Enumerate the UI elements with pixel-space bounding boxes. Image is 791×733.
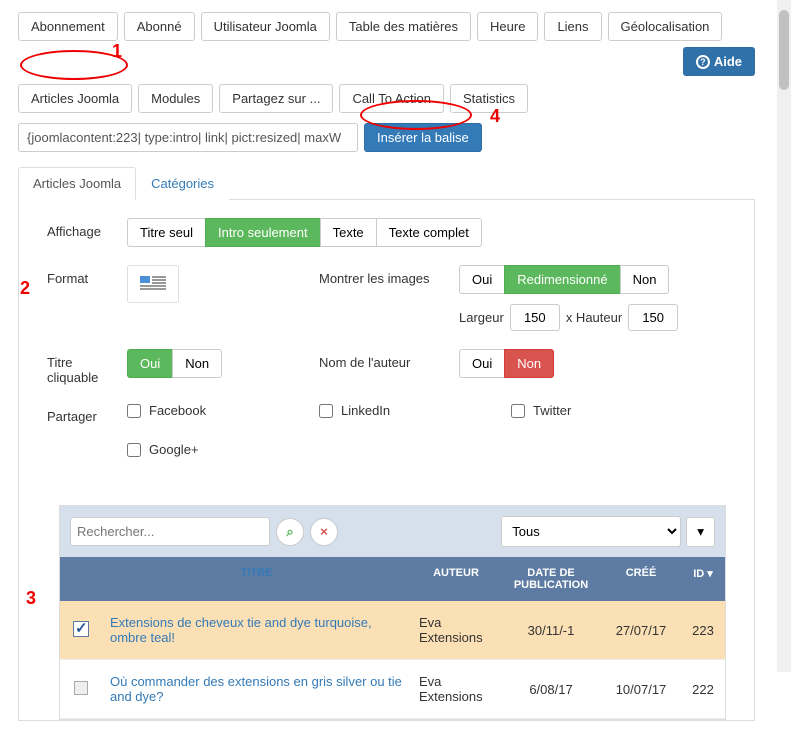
th-auteur[interactable]: AUTEUR [411,557,501,601]
label-format: Format [47,265,115,286]
images-non[interactable]: Non [620,265,670,294]
btn-modules[interactable]: Modules [138,84,213,113]
th-created[interactable]: CRÉÉ [601,557,681,601]
format-chip-icon [140,276,166,292]
affichage-texte-complet[interactable]: Texte complet [376,218,482,247]
tabs: Articles Joomla Catégories [18,166,755,200]
close-icon: × [320,524,328,539]
checkbox-facebook[interactable] [127,404,141,418]
row-checkbox-checked[interactable] [73,621,89,637]
article-table: ⌕ × Tous ▾ TITRE AUTEUR DATE DE PUBLICAT… [59,505,726,720]
search-icon: ⌕ [286,524,293,540]
caret-down-icon: ▾ [697,524,704,539]
filter-bar: ⌕ × Tous ▾ [60,506,725,557]
th-titre[interactable]: TITRE [102,557,411,601]
hauteur-label: x Hauteur [566,310,622,325]
btn-call-to-action[interactable]: Call To Action [339,84,444,113]
label-titre-cliquable: Titre cliquable [47,349,115,385]
btn-geolocalisation[interactable]: Géolocalisation [608,12,723,41]
row-id: 222 [681,668,725,711]
status-caret[interactable]: ▾ [686,517,715,547]
scrollbar-track[interactable] [777,0,791,672]
insert-tag-row: Insérer la balise [18,123,755,152]
help-icon: ? [696,55,710,69]
scrollbar-thumb[interactable] [779,10,789,90]
row-title[interactable]: Où commander des extensions en gris silv… [102,660,411,718]
label-montrer-images: Montrer les images [319,265,447,286]
help-button-label: Aide [714,54,742,69]
table-header: TITRE AUTEUR DATE DE PUBLICATION CRÉÉ ID… [60,557,725,601]
row-author: Eva Extensions [411,601,501,659]
affichage-titre-seul[interactable]: Titre seul [127,218,206,247]
nom-auteur-toggle: Oui Non [459,349,554,378]
clear-search-button[interactable]: × [310,518,338,546]
checkbox-twitter[interactable] [511,404,525,418]
btn-partagez-sur[interactable]: Partagez sur ... [219,84,333,113]
affichage-texte[interactable]: Texte [320,218,377,247]
tab-categories[interactable]: Catégories [136,167,229,200]
btn-liens[interactable]: Liens [544,12,601,41]
tag-input[interactable] [18,123,358,152]
row-id: 223 [681,609,725,652]
share-linkedin-label: LinkedIn [341,403,390,418]
row-created: 27/07/17 [601,609,681,652]
btn-abonne[interactable]: Abonné [124,12,195,41]
help-button[interactable]: ? Aide [683,47,755,76]
titre-cliquable-non[interactable]: Non [172,349,222,378]
th-date-pub[interactable]: DATE DE PUBLICATION [501,557,601,601]
status-select[interactable]: Tous [501,516,681,547]
row-checkbox[interactable] [74,681,88,695]
label-nom-auteur: Nom de l'auteur [319,349,447,370]
dimensions-row: Largeur x Hauteur [459,304,678,331]
row-partager: Partager Facebook LinkedIn Twitter [19,403,754,442]
tab-articles-joomla[interactable]: Articles Joomla [18,167,136,200]
search-button[interactable]: ⌕ [276,518,304,546]
label-empty [47,442,115,448]
nom-auteur-non[interactable]: Non [504,349,554,378]
row-pub: 30/11/-1 [501,609,601,652]
affichage-intro-seulement[interactable]: Intro seulement [205,218,321,247]
search-input[interactable] [70,517,270,546]
titre-cliquable-toggle: Oui Non [127,349,307,378]
table-row[interactable]: Extensions de cheveux tie and dye turquo… [60,601,725,660]
share-twitter-label: Twitter [533,403,571,418]
row-title[interactable]: Extensions de cheveux tie and dye turquo… [102,601,411,659]
checkbox-googleplus[interactable] [127,443,141,457]
btn-articles-joomla[interactable]: Articles Joomla [18,84,132,113]
row-author: Eva Extensions [411,660,501,718]
th-id[interactable]: ID ▾ [681,557,725,601]
top-button-row-2: Articles Joomla Modules Partagez sur ...… [18,84,755,113]
row-affichage: Affichage Titre seul Intro seulement Tex… [19,218,754,265]
insert-tag-button[interactable]: Insérer la balise [364,123,482,152]
row-titre-nom: Titre cliquable Oui Non Nom de l'auteur … [19,349,754,403]
btn-table-matieres[interactable]: Table des matières [336,12,471,41]
images-redimensionne[interactable]: Redimensionné [504,265,620,294]
table-row[interactable]: Où commander des extensions en gris silv… [60,660,725,719]
images-oui[interactable]: Oui [459,265,505,294]
row-partager-2: Google+ [19,442,754,475]
affichage-toggle: Titre seul Intro seulement Texte Texte c… [127,218,726,247]
largeur-label: Largeur [459,310,504,325]
label-partager: Partager [47,403,115,424]
label-affichage: Affichage [47,218,115,239]
share-googleplus-label: Google+ [149,442,199,457]
btn-statistics[interactable]: Statistics [450,84,528,113]
row-format-images: Format Montrer les images Oui Redimensio… [19,265,754,349]
btn-heure[interactable]: Heure [477,12,538,41]
format-chip[interactable] [127,265,179,303]
titre-cliquable-oui[interactable]: Oui [127,349,173,378]
nom-auteur-oui[interactable]: Oui [459,349,505,378]
share-facebook-label: Facebook [149,403,206,418]
panel-body: Affichage Titre seul Intro seulement Tex… [18,200,755,721]
hauteur-input[interactable] [628,304,678,331]
row-pub: 6/08/17 [501,668,601,711]
btn-utilisateur-joomla[interactable]: Utilisateur Joomla [201,12,330,41]
images-toggle: Oui Redimensionné Non [459,265,678,294]
sort-desc-icon: ▾ [707,568,713,580]
btn-abonnement[interactable]: Abonnement [18,12,118,41]
row-created: 10/07/17 [601,668,681,711]
largeur-input[interactable] [510,304,560,331]
checkbox-linkedin[interactable] [319,404,333,418]
top-button-row-1: Abonnement Abonné Utilisateur Joomla Tab… [18,12,755,76]
